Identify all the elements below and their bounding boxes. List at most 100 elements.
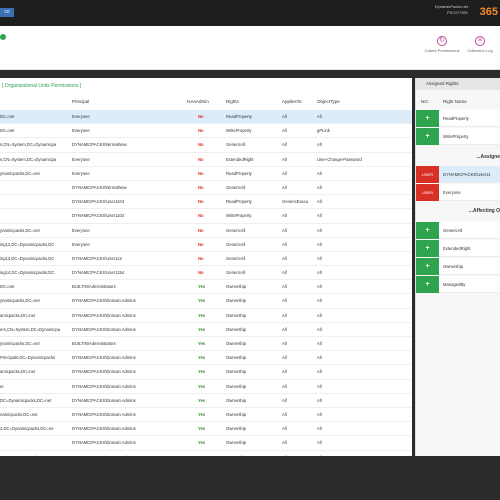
col-rights[interactable]: Rights [226,99,239,104]
collect-permissions-label: Collect Permissions [424,48,460,53]
collect-icon: ↻ [437,36,447,46]
cell-objecttype: All [317,255,322,261]
cell-distinguished-name: 2,DC=Dynamicpacks,DC=ne [0,426,54,432]
cell-objecttype: All [317,170,322,176]
table-row[interactable]: ing13,DC=Dynamicpacks,DC DYNAMICPACKS\Use… [0,252,412,267]
user-item[interactable]: USER Everyone [416,184,500,201]
right-item[interactable]: + WriteProperty [416,128,500,145]
cell-principal: DYNAMICPACKS\Domain Admins [72,397,136,403]
side-title: Assigned Rights [416,78,500,90]
table-row[interactable]: ynamicpacks,DC=net DYNAMICPACKS\Domain Ad… [0,294,412,309]
cell-principal: Everyone [72,128,90,134]
cell-appliesto: All [282,142,287,148]
cell-objecttype: All [317,369,322,375]
cell-principal: DYNAMICPACKS\Domain Admins [72,411,136,417]
table-row[interactable]: DYNAMICPACKS\NirmalNew No GenericAll All All [0,181,412,196]
col-appliesto[interactable]: AppliesTo [282,99,302,104]
table-row[interactable]: ynamicpacks,DC=net Everyone No ReadProperty… [0,167,412,181]
cell-rights: ReadProperty [226,199,252,205]
right-item[interactable]: + Ownership [416,258,500,275]
table-row[interactable]: DYNAMICPACKS\User1104 No ReadProperty Gener… [0,195,412,210]
table-row[interactable]: DC=net BUILTIN\Administrators Yes Ownership… [0,280,412,295]
cell-objecttype: All [317,426,322,432]
cell-appliesto: All [282,397,287,403]
col-principal[interactable]: Principal [72,99,89,104]
table-row[interactable]: amicpacks,DC=net DYNAMICPACKS\Domain Admi… [0,365,412,380]
cell-rights: Ownership [226,312,247,318]
user-info[interactable]: DynamicPacks.net PICO77991 [435,4,468,16]
cell-appliesto: All [282,383,287,389]
collect-permissions-button[interactable]: ↻ Collect Permissions [424,36,460,53]
cell-objecttype: All [317,142,322,148]
table-row[interactable]: DC=net Everyone No WriteProperty All gPLink [0,124,412,139]
right-item[interactable]: + ManagedBy [416,276,500,293]
table-row[interactable]: 2,DC=Dynamicpacks,DC=ne DYNAMICPACKS\Doma… [0,422,412,437]
table-row[interactable]: namicpacks,DC=net DYNAMICPACKS\Domain Adm… [0,408,412,423]
cell-appliesto: All [282,355,287,361]
cell-principal: BUILTIN\Administrators [72,341,116,346]
table-row[interactable]: Principals,DC=Dynamicpacks DYNAMICPACKS\D… [0,351,412,366]
cell-objecttype: All [317,355,322,361]
table-row[interactable]: ynamicpacks,DC=net Everyone No GenericAll Al… [0,224,412,238]
plus-icon: + [416,240,439,257]
table-row[interactable]: DC=Dynamicpacks,DC=net DYNAMICPACKS\Domai… [0,394,412,408]
table-row[interactable]: DYNAMICPACKS\Domain Admins Yes Ownership Al… [0,436,412,451]
table-row[interactable]: DC=net Everyone No ReadProperty All All [0,110,412,125]
assigned-rights-panel: Assigned Rights NO. Right Name + ReadPro… [415,78,500,456]
plus-icon: + [416,222,439,239]
cell-appliesto: All [282,326,287,332]
cell-appliesto: All [282,426,287,432]
table-row[interactable]: amicpacks,DC=net DYNAMICPACKS\Domain Admi… [0,309,412,323]
cell-distinguished-name: ynamicpacks,DC=net [0,170,40,176]
table-row[interactable]: ing12,DC=Dynamicpacks,DC Everyone No Generi… [0,238,412,252]
cell-distinguished-name: ynamicpacks,DC=net [0,298,40,304]
cell-rights: ReadProperty [226,114,252,119]
table-row[interactable]: DYNAMICPACKS\User1104 No WriteProperty All A… [0,209,412,224]
collection-log-label: Collection Log [467,48,493,53]
right-name: ReadProperty [443,116,469,121]
cell-objecttype: All [317,184,322,190]
right-item[interactable]: + ExtendedRight [416,240,500,257]
right-item[interactable]: + ReadProperty [416,110,500,127]
table-row[interactable]: s,CN=System,DC=Dynamicpa Everyone No Extend… [0,153,412,167]
table-row[interactable]: ers,CN=System,DC=Dynamicpa DYNAMICPACKS\D… [0,323,412,337]
table-row[interactable]: ynamicpacks,DC=net BUILTIN\Administrators… [0,337,412,352]
cell-rights: WriteProperty [226,213,252,219]
cell-objecttype: gPLink [317,128,330,134]
cell-appliesto: GenericExecu [282,199,309,205]
right-name: GenericAll [443,228,463,233]
cell-distinguished-name: amicpacks,DC=net [0,312,36,318]
cell-isanadmin: No [198,227,204,233]
cell-distinguished-name: s,CN=System,DC=Dynamicpa [0,142,57,148]
cell-rights: GenericAll [226,142,246,148]
panel-title: [ Organizational Units Permissions ] [2,83,82,89]
cell-principal: Everyone [72,156,90,162]
cell-rights: Ownership [226,341,247,346]
right-name: ExtendedRight [443,246,471,251]
cell-isanadmin: Yes [198,411,206,417]
cell-objecttype: All [317,284,322,290]
table-row[interactable]: ing14,DC=Dynamicpacks,DC DYNAMICPACKS\Use… [0,266,412,281]
cell-rights: GenericAll [226,270,246,276]
user-tag: USER [416,184,439,201]
cell-distinguished-name: DC=net [0,114,15,119]
cell-principal: Everyone [72,114,90,119]
table-row[interactable]: et DYNAMICPACKS\Domain Admins Yes Ownership… [0,380,412,394]
cell-distinguished-name: DC=net [0,128,15,134]
table-row[interactable]: s,CN=System,DC=Dynamicpa DYNAMICPACKS\Nir… [0,138,412,153]
cell-objecttype: All [317,199,322,205]
cell-appliesto: All [282,227,287,233]
col-objecttype[interactable]: ObjectType [317,99,340,104]
cell-distinguished-name: amicpacks,DC=net [0,369,36,375]
affecting-section-label: ...Affecting O [468,208,500,214]
side-col-no: NO. [421,99,430,104]
collection-log-button[interactable]: ≡ Collection Log [462,36,498,53]
right-name: WriteProperty [443,134,469,139]
user-item[interactable]: USER DYNAMICPACKS\User11 [416,166,500,183]
cell-isanadmin: No [198,241,204,247]
top-bar: co DynamicPacks.net PICO77991 365 [0,0,500,26]
cell-distinguished-name: s,CN=System,DC=Dynamicpa [0,156,57,162]
cell-objecttype: All [317,227,322,233]
right-item[interactable]: + GenericAll [416,222,500,239]
col-isanadmin[interactable]: IsAnAdmin [187,99,209,104]
